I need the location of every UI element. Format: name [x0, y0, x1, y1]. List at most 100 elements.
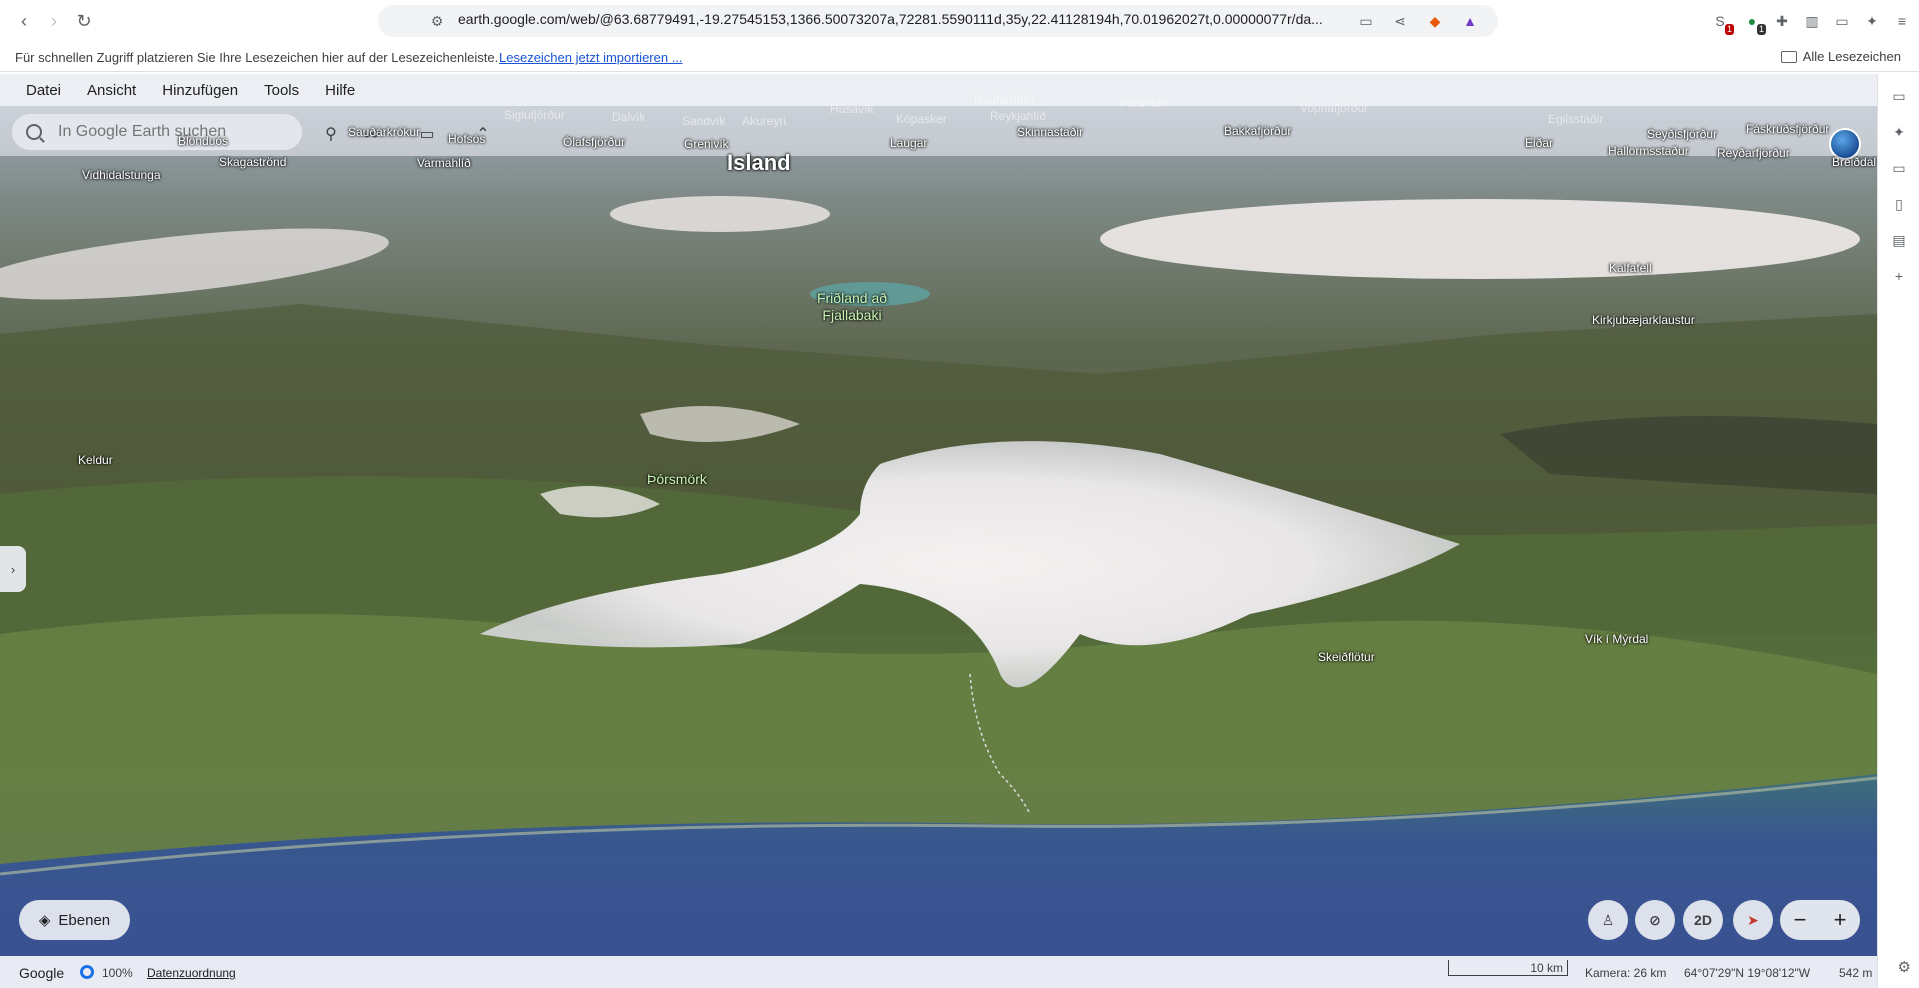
place-label[interactable]: Siglufjörður	[504, 108, 565, 122]
loading-indicator-icon	[80, 965, 94, 979]
forward-icon[interactable]: ›	[42, 9, 66, 33]
place-label[interactable]: Kirkjubæjarklaustur	[1592, 313, 1695, 327]
place-label[interactable]: Vidhidalstunga	[82, 168, 161, 182]
url-text[interactable]: earth.google.com/web/@63.68779491,-19.27…	[458, 11, 1338, 27]
layers-button[interactable]: ◈ Ebenen	[19, 900, 130, 940]
add-placemark-icon[interactable]: ⚲	[320, 123, 342, 145]
brave-shield-icon[interactable]: ◆	[1425, 11, 1445, 31]
site-settings-icon[interactable]: ⚙	[425, 9, 449, 33]
menu-icon[interactable]: ≡	[1892, 11, 1912, 31]
place-label[interactable]: Keldur	[78, 453, 113, 467]
place-label[interactable]: Eiðar	[1525, 136, 1553, 150]
status-bar: Google 100% Datenzuordnung 10 km Kamera:…	[0, 956, 1877, 988]
place-label[interactable]: Þórshöfn	[1120, 96, 1168, 110]
bookmarks-bar: Für schnellen Zugriff platzieren Sie Ihr…	[0, 42, 1919, 72]
compass-icon[interactable]: ➤	[1733, 900, 1773, 940]
menu-add[interactable]: Hinzufügen	[162, 82, 238, 99]
menu-tools[interactable]: Tools	[264, 82, 299, 99]
leo-ai-icon[interactable]: ✦	[1891, 124, 1907, 140]
place-label[interactable]: Breiðdal	[1832, 155, 1876, 169]
place-label[interactable]: Dalvík	[612, 110, 645, 124]
import-bookmarks-link[interactable]: Lesezeichen jetzt importieren ...	[499, 50, 683, 65]
scale-label: 10 km	[1530, 961, 1563, 975]
terrain-view[interactable]	[0, 74, 1877, 988]
bookmarks-icon[interactable]: ▯	[1891, 196, 1907, 212]
place-label[interactable]: Blönduós	[178, 134, 228, 148]
extension-icon-2[interactable]: ● 1	[1742, 11, 1766, 35]
menu-help[interactable]: Hilfe	[325, 82, 355, 99]
all-bookmarks-button[interactable]: Alle Lesezeichen	[1780, 49, 1901, 64]
wallet-icon[interactable]: ▭	[1891, 88, 1907, 104]
extension-icon-1[interactable]: S1	[1710, 11, 1734, 35]
extensions-puzzle-icon[interactable]: ✚	[1772, 11, 1792, 31]
cursor-coordinates: 64°07'29"N 19°08'12"W	[1684, 966, 1811, 980]
place-label[interactable]: Egilsstaðir	[1548, 112, 1603, 126]
place-label[interactable]: Akureyri	[742, 114, 786, 128]
place-label[interactable]: Grenivík	[684, 137, 729, 151]
layers-label: Ebenen	[58, 911, 111, 929]
place-label[interactable]: Skagaströnd	[219, 155, 286, 169]
country-label[interactable]: Island	[727, 150, 791, 176]
place-label[interactable]: Skinnastaðir	[1017, 125, 1083, 139]
place-label[interactable]: Reyðarfjörður	[1717, 146, 1790, 160]
place-label[interactable]: Sauðárkrókur	[348, 125, 420, 139]
reload-icon[interactable]: ↻	[72, 9, 96, 33]
search-icon	[26, 124, 42, 140]
google-logo: Google	[19, 965, 65, 981]
cast-icon[interactable]: ▭	[1356, 11, 1376, 31]
scale-bar[interactable]: 10 km	[1448, 960, 1568, 976]
add-icon[interactable]: +	[1891, 268, 1907, 284]
place-label[interactable]: Sandvík	[682, 114, 725, 128]
place-label[interactable]: Skeiðflötur	[1318, 650, 1375, 664]
extension-badge: 1	[1724, 24, 1734, 35]
place-label[interactable]: Kálfafell	[1609, 261, 1652, 275]
place-label[interactable]: Kópasker	[896, 112, 947, 126]
leo-icon[interactable]: ✦	[1862, 11, 1882, 31]
bookmarks-hint: Für schnellen Zugriff platzieren Sie Ihr…	[15, 50, 499, 65]
menu-view[interactable]: Ansicht	[87, 82, 136, 99]
place-label[interactable]: Laugar	[890, 136, 927, 150]
tilt-reset-icon[interactable]: ⊘	[1635, 900, 1675, 940]
place-label[interactable]: Fáskrúðsfjörður	[1746, 122, 1829, 136]
camera-altitude: Kamera: 26 km	[1585, 966, 1667, 980]
place-label[interactable]: Húsavík	[830, 102, 873, 116]
menu-file[interactable]: Datei	[26, 82, 61, 99]
zoom-in-button[interactable]: +	[1834, 907, 1847, 933]
place-label[interactable]: Bakkafjörður	[1224, 124, 1291, 138]
place-label[interactable]: Raufarhöfn	[974, 93, 1033, 107]
settings-gear-icon[interactable]: ⚙	[1898, 958, 1911, 976]
back-icon[interactable]: ‹	[12, 9, 36, 33]
playlist-icon[interactable]: ▭	[1891, 160, 1907, 176]
place-label[interactable]: Vík í Mýrdal	[1585, 632, 1648, 646]
place-label[interactable]: Seyðisfjörður	[1647, 127, 1717, 141]
browser-toolbar: ‹ › ↻ ☐ ⚙ earth.google.com/web/@63.68779…	[0, 0, 1919, 42]
attribution-link[interactable]: Datenzuordnung	[147, 966, 236, 980]
earth-viewport[interactable]: Datei Ansicht Hinzufügen Tools Hilfe ⚲ 〰…	[0, 74, 1877, 988]
zoom-out-button[interactable]: −	[1794, 907, 1807, 933]
wallet-icon[interactable]: ▭	[1832, 11, 1852, 31]
rewards-icon[interactable]: ▲	[1460, 11, 1480, 31]
folder-icon	[1780, 50, 1797, 63]
street-view-pegman-icon[interactable]: ♙	[1588, 900, 1628, 940]
load-percent: 100%	[102, 966, 133, 980]
zoom-controls: − +	[1780, 900, 1860, 940]
place-label[interactable]: Hallormsstaður	[1608, 144, 1689, 158]
place-label[interactable]: Reykjahlíð	[990, 109, 1046, 123]
expand-panel-button[interactable]: ›	[0, 546, 26, 592]
sidebar-toggle-icon[interactable]: ▥	[1802, 11, 1822, 31]
place-label[interactable]: Ólafsfjörður	[563, 135, 625, 149]
park-label[interactable]: Friðland að Fjallabaki	[802, 290, 902, 324]
toggle-2d-button[interactable]: 2D	[1683, 900, 1723, 940]
extension-badge: 1	[1756, 24, 1766, 35]
all-bookmarks-label: Alle Lesezeichen	[1802, 49, 1901, 64]
share-icon[interactable]: ⋖	[1390, 11, 1410, 31]
place-label[interactable]: Vopnafjörður	[1300, 101, 1368, 115]
reading-list-icon[interactable]: ▤	[1891, 232, 1907, 248]
earth-menubar: Datei Ansicht Hinzufügen Tools Hilfe	[0, 74, 1877, 106]
place-label[interactable]: Varmahlíð	[417, 156, 471, 170]
park-label[interactable]: Þórsmörk	[647, 471, 707, 488]
elevation: 542 m	[1839, 966, 1873, 980]
search-input[interactable]	[58, 123, 278, 141]
search-box[interactable]	[12, 114, 302, 150]
place-label[interactable]: Hofsós	[448, 132, 485, 146]
